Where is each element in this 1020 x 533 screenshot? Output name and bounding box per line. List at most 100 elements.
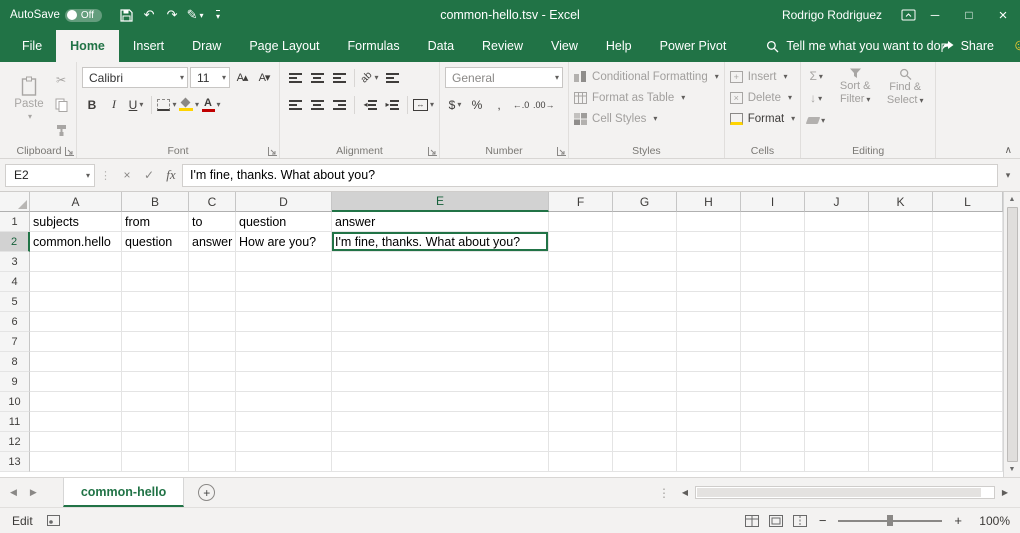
- redo-button[interactable]: ↷: [162, 4, 182, 26]
- merge-center-button[interactable]: ↔▾: [413, 95, 434, 115]
- cell-B10[interactable]: [122, 392, 189, 412]
- cell-G6[interactable]: [613, 312, 677, 332]
- row-header-7[interactable]: 7: [0, 332, 30, 352]
- cell-J11[interactable]: [805, 412, 869, 432]
- cell-E12[interactable]: [332, 432, 549, 452]
- row-header-10[interactable]: 10: [0, 392, 30, 412]
- cell-J9[interactable]: [805, 372, 869, 392]
- share-button[interactable]: Share: [941, 39, 994, 53]
- column-header-G[interactable]: G: [613, 192, 677, 212]
- cell-H13[interactable]: [677, 452, 741, 472]
- conditional-formatting-button[interactable]: Conditional Formatting▾: [574, 67, 719, 86]
- tell-me-box[interactable]: Tell me what you want to do: [766, 30, 940, 62]
- cell-I13[interactable]: [741, 452, 805, 472]
- scroll-right-icon[interactable]: ▶: [998, 488, 1012, 497]
- cell-A10[interactable]: [30, 392, 122, 412]
- sort-filter-button[interactable]: Sort & Filter▾: [830, 66, 880, 143]
- ribbon-tab-draw[interactable]: Draw: [178, 30, 235, 62]
- normal-view-button[interactable]: [745, 515, 759, 527]
- cell-C1[interactable]: to: [189, 212, 236, 232]
- name-box[interactable]: E2 ▾: [5, 164, 95, 187]
- cell-A6[interactable]: [30, 312, 122, 332]
- cell-K8[interactable]: [869, 352, 933, 372]
- cell-H11[interactable]: [677, 412, 741, 432]
- increase-font-size-button[interactable]: A▴: [232, 68, 252, 88]
- zoom-level[interactable]: 100%: [974, 514, 1010, 528]
- ribbon-tab-formulas[interactable]: Formulas: [334, 30, 414, 62]
- cell-C4[interactable]: [189, 272, 236, 292]
- cell-H2[interactable]: [677, 232, 741, 252]
- cell-K6[interactable]: [869, 312, 933, 332]
- horizontal-scrollbar-track[interactable]: [695, 486, 995, 499]
- column-header-E[interactable]: E: [332, 192, 549, 212]
- cell-J6[interactable]: [805, 312, 869, 332]
- cell-H5[interactable]: [677, 292, 741, 312]
- align-left-button[interactable]: [285, 95, 305, 115]
- decrease-font-size-button[interactable]: A▾: [254, 68, 274, 88]
- cell-E2[interactable]: I'm fine, thanks. What about you?: [332, 232, 549, 252]
- autosave-toggle[interactable]: AutoSave Off: [10, 9, 102, 22]
- cell-L11[interactable]: [933, 412, 1003, 432]
- row-header-13[interactable]: 13: [0, 452, 30, 472]
- page-layout-view-button[interactable]: [769, 515, 783, 527]
- row-header-1[interactable]: 1: [0, 212, 30, 232]
- copy-button[interactable]: [51, 95, 71, 115]
- cell-J10[interactable]: [805, 392, 869, 412]
- cell-E1[interactable]: answer: [332, 212, 549, 232]
- user-name[interactable]: Rodrigo Rodriguez: [782, 8, 882, 22]
- minimize-button[interactable]: ─: [918, 0, 952, 30]
- ribbon-tab-page-layout[interactable]: Page Layout: [235, 30, 333, 62]
- cell-G3[interactable]: [613, 252, 677, 272]
- cell-K12[interactable]: [869, 432, 933, 452]
- sheet-bar-divider[interactable]: ⋮: [658, 486, 670, 500]
- font-dialog-launcher-icon[interactable]: [268, 147, 277, 156]
- bottom-align-button[interactable]: [329, 68, 349, 88]
- cell-A7[interactable]: [30, 332, 122, 352]
- customize-qat-button[interactable]: ▾: [208, 4, 228, 26]
- cell-B1[interactable]: from: [122, 212, 189, 232]
- cell-F13[interactable]: [549, 452, 613, 472]
- column-header-I[interactable]: I: [741, 192, 805, 212]
- cell-D12[interactable]: [236, 432, 332, 452]
- italic-button[interactable]: I: [104, 95, 124, 115]
- cell-G13[interactable]: [613, 452, 677, 472]
- macro-record-button[interactable]: [47, 515, 60, 526]
- cell-G8[interactable]: [613, 352, 677, 372]
- cell-B13[interactable]: [122, 452, 189, 472]
- cell-I2[interactable]: [741, 232, 805, 252]
- format-painter-button[interactable]: [51, 120, 71, 140]
- column-header-F[interactable]: F: [549, 192, 613, 212]
- zoom-in-button[interactable]: +: [952, 513, 964, 528]
- cell-J7[interactable]: [805, 332, 869, 352]
- autosum-button[interactable]: Σ▾: [806, 66, 826, 86]
- cell-D3[interactable]: [236, 252, 332, 272]
- clear-button[interactable]: ▾: [806, 110, 826, 130]
- close-button[interactable]: ×: [986, 0, 1020, 30]
- font-color-button[interactable]: A▾: [201, 95, 221, 115]
- cell-H1[interactable]: [677, 212, 741, 232]
- cell-D8[interactable]: [236, 352, 332, 372]
- ribbon-tab-data[interactable]: Data: [414, 30, 468, 62]
- cell-B5[interactable]: [122, 292, 189, 312]
- cell-D4[interactable]: [236, 272, 332, 292]
- fill-color-button[interactable]: ▾: [179, 95, 199, 115]
- collapse-ribbon-button[interactable]: ∧: [1005, 145, 1012, 156]
- cell-D10[interactable]: [236, 392, 332, 412]
- cell-H9[interactable]: [677, 372, 741, 392]
- cell-C3[interactable]: [189, 252, 236, 272]
- cell-J2[interactable]: [805, 232, 869, 252]
- vertical-scrollbar-thumb[interactable]: [1007, 207, 1018, 462]
- cell-B9[interactable]: [122, 372, 189, 392]
- cell-H3[interactable]: [677, 252, 741, 272]
- cell-E8[interactable]: [332, 352, 549, 372]
- cell-J3[interactable]: [805, 252, 869, 272]
- cell-I12[interactable]: [741, 432, 805, 452]
- cell-L8[interactable]: [933, 352, 1003, 372]
- cell-B6[interactable]: [122, 312, 189, 332]
- accounting-format-button[interactable]: $▾: [445, 95, 465, 115]
- decrease-decimal-button[interactable]: .00→: [533, 95, 555, 115]
- cell-F12[interactable]: [549, 432, 613, 452]
- enter-entry-button[interactable]: ✓: [138, 164, 160, 187]
- row-header-3[interactable]: 3: [0, 252, 30, 272]
- zoom-slider[interactable]: [838, 514, 942, 527]
